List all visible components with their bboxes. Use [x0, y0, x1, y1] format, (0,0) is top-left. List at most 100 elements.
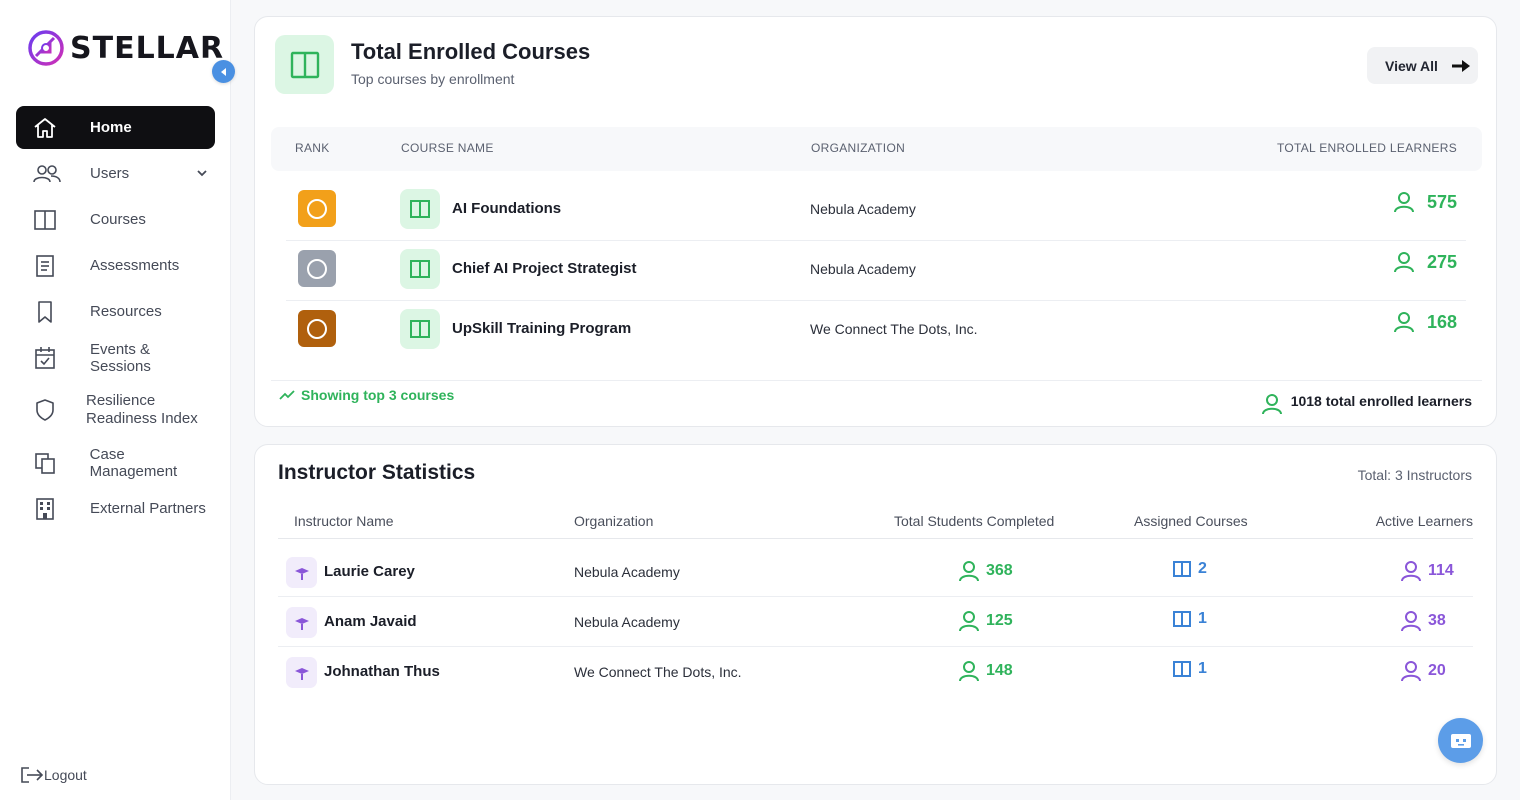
table-row[interactable]: Anam Javaid Nebula Academy 125 1 38 [278, 597, 1473, 647]
stat-value: 20 [1428, 662, 1446, 679]
stat-value: 125 [986, 612, 1013, 629]
learners-count: 275 [1393, 251, 1457, 273]
assigned-courses: 2 [1172, 560, 1207, 578]
building-icon [32, 497, 62, 521]
course-name[interactable]: UpSkill Training Program [452, 320, 631, 337]
copy-icon [32, 451, 62, 475]
document-icon [32, 254, 62, 278]
sidebar-item-events[interactable]: Events & Sessions [16, 336, 215, 379]
arrow-right-icon [1452, 60, 1470, 72]
column-header: Assigned Courses [1134, 513, 1248, 529]
triangle-left-icon [220, 67, 226, 76]
user-icon [959, 661, 979, 682]
book-icon [275, 35, 334, 94]
sidebar-item-label: Users [90, 165, 130, 182]
rank-badge-icon [298, 190, 336, 227]
stat-value: 1 [1198, 660, 1207, 677]
book-icon [400, 249, 440, 289]
students-completed: 148 [958, 660, 1013, 682]
stat-value: 38 [1428, 612, 1446, 629]
column-header: Active Learners [1375, 513, 1473, 529]
sidebar-item-courses[interactable]: Courses [16, 198, 215, 241]
sidebar-item-label: Courses [90, 211, 146, 228]
sidebar-item-case-management[interactable]: Case Management [16, 441, 215, 484]
sidebar-item-users[interactable]: Users [16, 152, 215, 195]
course-organization: Nebula Academy [810, 261, 916, 277]
book-icon [1173, 611, 1191, 627]
course-organization: Nebula Academy [810, 201, 916, 217]
courses-table-header: RANK COURSE NAME ORGANIZATION TOTAL ENRO… [271, 127, 1482, 171]
course-organization: We Connect The Dots, Inc. [810, 321, 978, 337]
assigned-courses: 1 [1172, 610, 1207, 628]
total-learners-text: 1018 total enrolled learners [1290, 393, 1472, 409]
course-name[interactable]: AI Foundations [452, 200, 561, 217]
table-row[interactable]: UpSkill Training Program We Connect The … [286, 301, 1466, 361]
students-completed: 125 [958, 610, 1013, 632]
user-icon [1261, 394, 1282, 415]
user-icon [959, 561, 979, 582]
table-row[interactable]: AI Foundations Nebula Academy 575 [286, 181, 1466, 241]
column-header: ORGANIZATION [811, 141, 906, 155]
sidebar-item-resources[interactable]: Resources [16, 290, 215, 333]
instructor-name[interactable]: Laurie Carey [324, 563, 415, 580]
instructor-table-header: Instructor Name Organization Total Stude… [278, 511, 1473, 539]
learners-value: 275 [1426, 251, 1457, 272]
stat-value: 368 [986, 562, 1013, 579]
assigned-courses: 1 [1172, 660, 1207, 678]
user-icon [1401, 661, 1421, 682]
active-learners: 38 [1400, 610, 1446, 632]
sidebar-item-assessments[interactable]: Assessments [16, 244, 215, 287]
active-learners: 114 [1400, 560, 1454, 582]
instructor-name[interactable]: Johnathan Thus [324, 663, 440, 680]
column-header: Organization [574, 513, 654, 529]
table-row[interactable]: Chief AI Project Strategist Nebula Acade… [286, 241, 1466, 301]
instructor-total: Total: 3 Instructors [1357, 467, 1472, 483]
active-learners: 20 [1400, 660, 1446, 682]
book-icon [32, 208, 62, 232]
chevron-down-icon[interactable] [195, 166, 209, 184]
students-completed: 368 [958, 560, 1013, 582]
home-icon [32, 116, 62, 140]
stat-value: 148 [986, 662, 1013, 679]
logout-label: Logout [44, 767, 87, 783]
sidebar-item-label: Resilience Readiness Index [86, 392, 198, 427]
table-row[interactable]: Laurie Carey Nebula Academy 368 2 114 [278, 547, 1473, 597]
sidebar-item-label: Events & Sessions [89, 340, 151, 375]
logout-button[interactable]: Logout [20, 766, 87, 784]
view-all-label: View All [1385, 57, 1438, 74]
book-icon [400, 189, 440, 229]
book-icon [1173, 561, 1191, 577]
sidebar: STELLAR Home Users Courses Assessments R… [0, 0, 235, 800]
chatbot-button[interactable] [1438, 718, 1483, 763]
stat-value: 1 [1198, 610, 1207, 627]
logout-icon [21, 767, 44, 783]
instructor-avatar-icon [286, 607, 317, 638]
column-header: RANK [295, 141, 330, 155]
sidebar-collapse-button[interactable] [212, 60, 235, 83]
sidebar-item-label: Assessments [90, 257, 180, 274]
instructor-name[interactable]: Anam Javaid [324, 613, 417, 630]
user-icon [1393, 192, 1414, 213]
app-logo[interactable]: STELLAR [26, 28, 224, 68]
sidebar-item-home[interactable]: Home [16, 106, 215, 149]
sidebar-item-label: Resources [90, 303, 162, 320]
courses-shown-note: Showing top 3 courses [279, 387, 454, 403]
shield-icon [32, 398, 58, 422]
chatbot-icon [1450, 733, 1471, 748]
column-header: Total Students Completed [894, 513, 1055, 529]
enrolled-courses-card: Total Enrolled Courses Top courses by en… [254, 16, 1497, 427]
sidebar-item-label: Home [90, 119, 132, 136]
sidebar-item-label: External Partners [90, 500, 206, 517]
learners-count: 575 [1393, 191, 1457, 213]
book-icon [400, 309, 440, 349]
card-subtitle: Top courses by enrollment [351, 71, 515, 87]
table-row[interactable]: Johnathan Thus We Connect The Dots, Inc.… [278, 647, 1473, 697]
view-all-button[interactable]: View All [1367, 47, 1478, 84]
sidebar-item-resilience-readiness-index[interactable]: Resilience Readiness Index [16, 382, 215, 438]
logo-mark-icon [28, 30, 64, 66]
sidebar-nav: Home Users Courses Assessments Resources… [16, 106, 215, 533]
learners-value: 168 [1426, 311, 1457, 332]
course-name[interactable]: Chief AI Project Strategist [452, 260, 636, 277]
sidebar-item-external-partners[interactable]: External Partners [16, 487, 215, 530]
rank-badge-icon [298, 310, 336, 347]
